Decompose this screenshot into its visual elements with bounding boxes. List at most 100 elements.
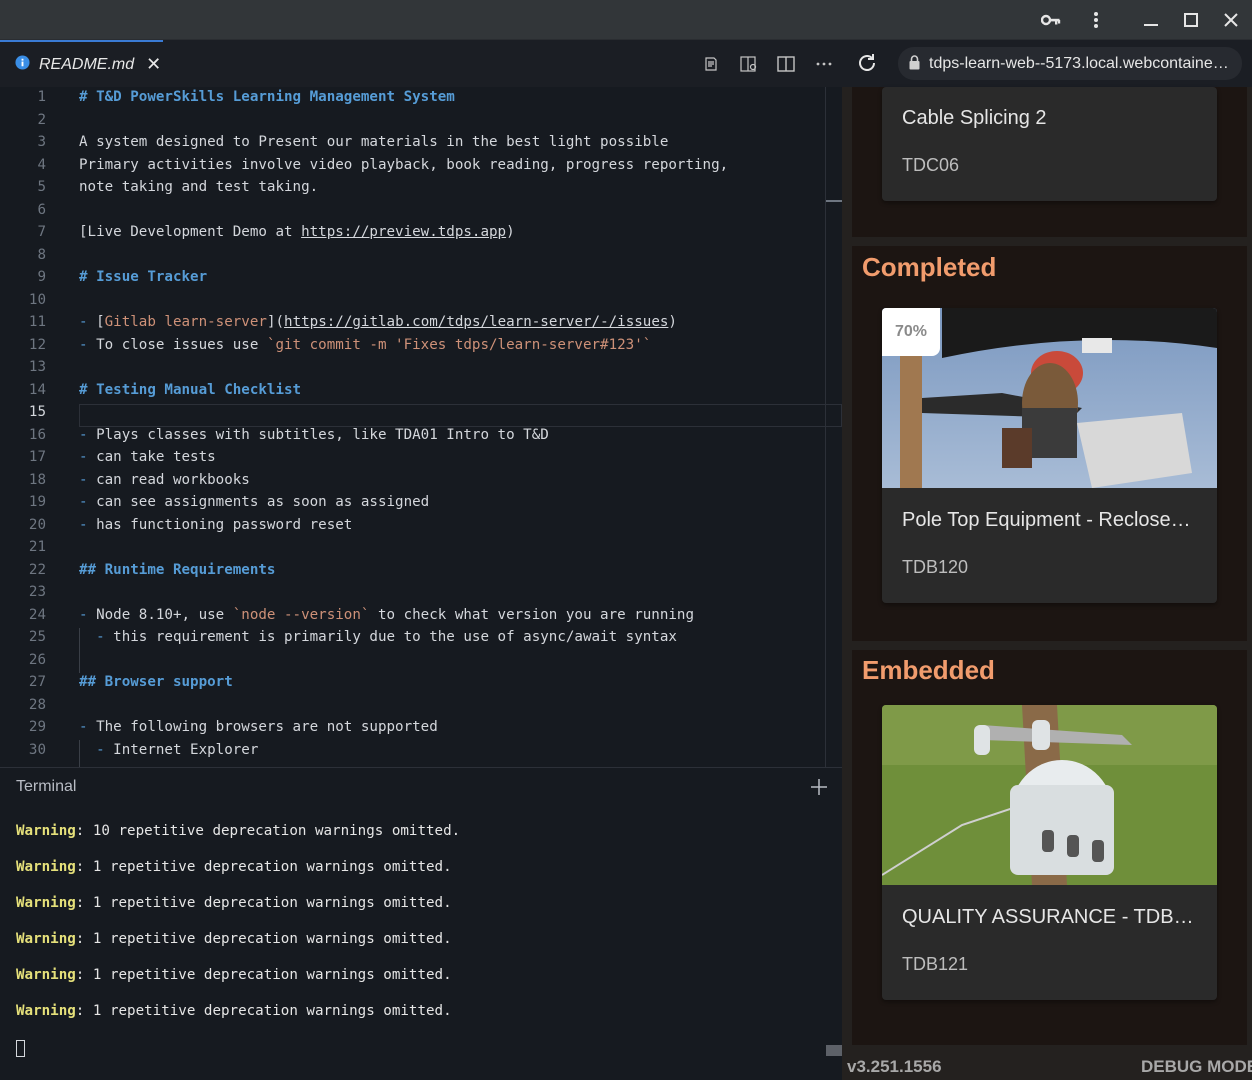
line-code: - this requirement is primarily due to t… [79, 626, 677, 649]
code-token: - [79, 719, 97, 735]
card-code: TDC06 [902, 155, 960, 175]
line-number: 21 [28, 539, 46, 555]
terminal-line: Warning: 1 repetitive deprecation warnin… [16, 1003, 452, 1019]
code-token: To close issues use [96, 336, 267, 353]
editor-line[interactable]: 7 [Live Development Demo at https://previ… [0, 221, 842, 244]
open-changes-icon[interactable] [699, 52, 723, 76]
line-number: 26 [28, 651, 46, 668]
editor-scrollbar[interactable] [825, 87, 826, 767]
editor-line[interactable]: 21 [0, 536, 842, 559]
editor-line[interactable]: 19 - can see assignments as soon as assig… [0, 491, 842, 514]
more-vertical-icon[interactable] [1081, 6, 1111, 34]
code-heading: ## Browser support [79, 674, 233, 690]
editor-line[interactable]: 5 note taking and test taking. [0, 176, 842, 199]
editor-line[interactable]: 3 A system designed to Present our materi… [0, 131, 842, 154]
code-heading: # T&D PowerSkills Learning Management Sy… [79, 89, 455, 105]
terminal-cursor [16, 1040, 25, 1057]
line-code: - can see assignments as soon as assigne… [79, 491, 429, 514]
line-code: Primary activities involve video playbac… [79, 154, 728, 177]
editor-line[interactable]: 12 - To close issues use `git commit -m '… [0, 334, 842, 357]
code-token: - [79, 741, 114, 758]
editor-line[interactable]: 17 - can take tests [0, 446, 842, 469]
code-token: - [79, 336, 97, 353]
card-title: Pole Top Equipment - Recloser Installati… [902, 509, 1197, 531]
code-token: - [79, 629, 114, 645]
minimize-icon[interactable] [1136, 6, 1166, 34]
line-code: note taking and test taking. [79, 176, 318, 199]
terminal-title: Terminal [16, 778, 77, 795]
editor-line[interactable]: 30 - Internet Explorer [0, 739, 842, 762]
editor-line[interactable]: 15 [0, 401, 842, 424]
code-token: ) [668, 314, 677, 330]
editor-line[interactable]: 25 - this requirement is primarily due t… [0, 626, 842, 649]
line-number: 11 [28, 314, 46, 330]
line-code: - To close issues use `git commit -m 'Fi… [79, 334, 651, 357]
line-number: 23 [28, 584, 46, 600]
line-code: [Live Development Demo at https://previe… [79, 221, 515, 244]
reload-icon[interactable] [856, 52, 878, 74]
editor-line[interactable]: 22 ## Runtime Requirements [0, 559, 842, 582]
editor-line[interactable]: 24 - Node 8.10+, use `node --version` to … [0, 604, 842, 627]
code-token: - [79, 471, 97, 488]
line-number: 27 [28, 674, 46, 690]
editor-line[interactable]: 6 [0, 199, 842, 222]
line-code: - can read workbooks [79, 469, 250, 492]
code-token: - [79, 606, 97, 623]
line-number: 5 [37, 179, 46, 195]
editor-line[interactable]: 16 - Plays classes with subtitles, like T… [0, 424, 842, 447]
editor-line[interactable]: 1 # T&D PowerSkills Learning Management S… [0, 87, 842, 109]
code-link[interactable]: https://gitlab.com/tdps/learn-server/-/i… [284, 314, 668, 330]
editor-line[interactable]: 18 - can read workbooks [0, 469, 842, 492]
terminal-panel[interactable]: Terminal Warning: 10 repetitive deprecat… [0, 767, 842, 1080]
url-text[interactable]: tdps-learn-web--5173.local.webcontainer-… [929, 55, 1231, 73]
editor-line[interactable]: 2 [0, 109, 842, 132]
line-number: 8 [37, 246, 46, 263]
editor-line[interactable]: 4 Primary activities involve video playba… [0, 154, 842, 177]
warning-label: Warning [16, 823, 76, 839]
line-number: 9 [37, 269, 46, 285]
key-icon[interactable] [1036, 6, 1066, 34]
code-token: - [79, 449, 97, 465]
editor-line[interactable]: 14 # Testing Manual Checklist [0, 379, 842, 402]
editor-line[interactable]: 10 [0, 289, 842, 312]
editor-line[interactable]: 13 [0, 356, 842, 379]
more-actions-icon[interactable] [812, 52, 836, 76]
close-icon[interactable] [1216, 6, 1246, 34]
open-preview-icon[interactable] [737, 52, 761, 76]
editor-line[interactable]: 23 [0, 581, 842, 604]
editor-line[interactable]: 11 - [Gitlab learn-server](https://gitlab… [0, 311, 842, 334]
editor-line[interactable]: 28 [0, 694, 842, 717]
line-code: - Node 8.10+, use `node --version` to ch… [79, 604, 694, 627]
split-editor-icon[interactable] [774, 52, 798, 76]
editor-line[interactable]: 20 - has functioning password reset [0, 514, 842, 537]
tab-readme[interactable]: README.md ✕ [0, 40, 163, 87]
editor-line[interactable]: 9 # Issue Tracker [0, 266, 842, 289]
code-token: [ [96, 314, 105, 330]
course-card[interactable]: Cable Splicing 2 TDC06 [882, 87, 1217, 201]
editor-line[interactable]: 29 - The following browsers are not suppo… [0, 716, 842, 739]
line-number: 1 [37, 89, 46, 105]
course-card[interactable]: QUALITY ASSURANCE - TDB121 TDB121 [882, 705, 1217, 1000]
editor-line[interactable]: 27 ## Browser support [0, 671, 842, 694]
editor-line[interactable]: 26 [0, 649, 842, 672]
line-code: A system designed to Present our materia… [79, 131, 668, 154]
terminal-scrollbar[interactable] [826, 1045, 842, 1056]
tab-close-icon[interactable]: ✕ [146, 54, 161, 75]
code-token: Gitlab learn-server [104, 314, 267, 330]
code-token: has functioning password reset [96, 516, 353, 533]
editor-line[interactable]: 8 [0, 244, 842, 267]
section-title-embedded: Embedded [862, 655, 995, 685]
code-link[interactable]: https://preview.tdps.app [301, 224, 506, 240]
code-token: this requirement is primarily due to the… [113, 629, 677, 645]
code-token: `node --version` [232, 606, 370, 623]
line-number: 30 [28, 741, 46, 758]
line-number: 12 [28, 336, 46, 353]
maximize-icon[interactable] [1176, 6, 1206, 34]
line-number: 16 [28, 426, 46, 443]
warning-label: Warning [16, 1003, 76, 1019]
plus-icon[interactable] [810, 776, 828, 802]
course-card[interactable]: 70% Pole Top Equipment - Recloser Instal… [882, 308, 1217, 603]
code-token: Plays classes with subtitles, like TDA01… [96, 426, 549, 443]
terminal-line: Warning: 1 repetitive deprecation warnin… [16, 895, 452, 911]
code-editor[interactable]: 1 # T&D PowerSkills Learning Management S… [0, 87, 842, 767]
